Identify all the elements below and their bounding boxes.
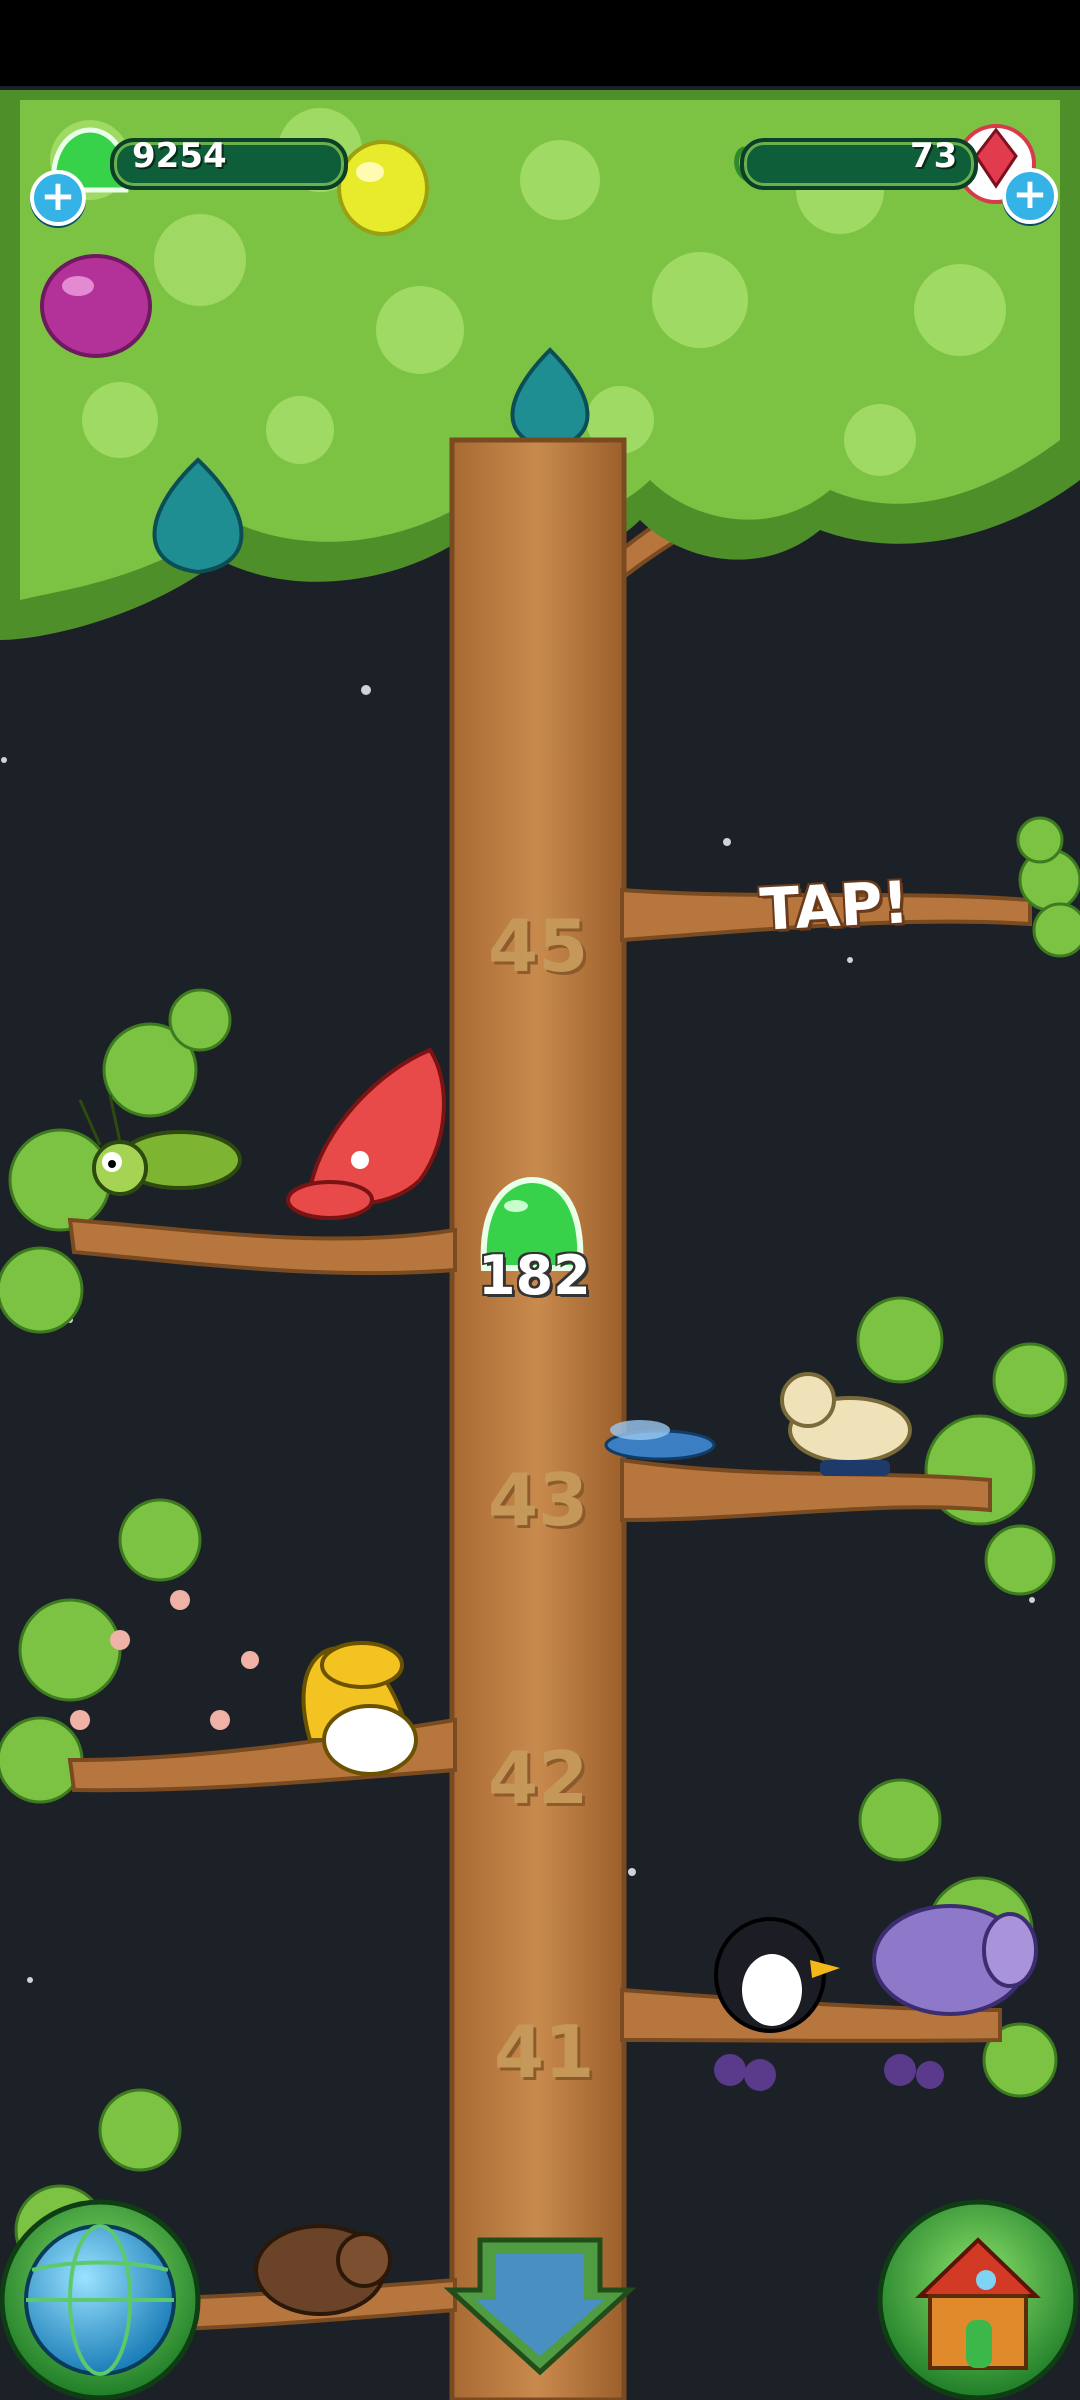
yellow-fruit[interactable]	[337, 140, 429, 236]
jelly-drop-count[interactable]: 182	[478, 1244, 591, 1307]
jelly-counter: 9254	[60, 132, 348, 190]
home-button[interactable]	[877, 2199, 1079, 2400]
gem-count: 73	[910, 136, 958, 176]
tree-trunk	[449, 437, 627, 2400]
jelly-count: 9254	[132, 136, 227, 176]
lobster[interactable]	[286, 1047, 446, 1220]
add-gem-button[interactable]: +	[1002, 168, 1058, 224]
add-jelly-button[interactable]: +	[30, 170, 86, 226]
level-number: 45	[488, 904, 589, 988]
level-number: 41	[494, 2010, 595, 2094]
purple-fruit[interactable]	[40, 254, 152, 358]
level-number: 43	[488, 1458, 589, 1542]
dragonfly[interactable]	[604, 1420, 716, 1461]
elephant[interactable]	[872, 1904, 1038, 2016]
status-bar	[0, 0, 1080, 86]
level-number: 42	[488, 1736, 589, 1820]
dog[interactable]	[780, 1372, 912, 1476]
tap-hint[interactable]: TAP!	[758, 868, 910, 944]
globe-button[interactable]	[0, 2199, 201, 2400]
gem-counter: 73	[740, 132, 980, 190]
